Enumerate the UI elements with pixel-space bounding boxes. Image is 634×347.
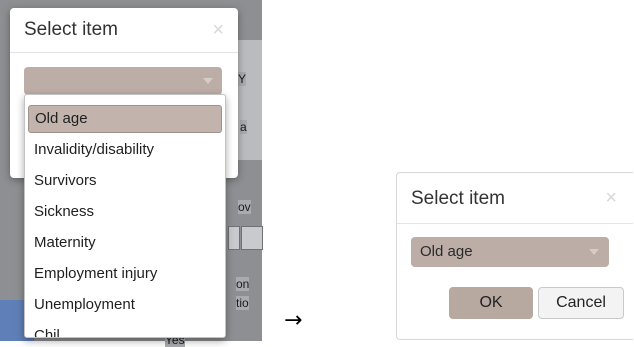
selected-value: Old age	[420, 243, 473, 260]
chevron-down-icon	[203, 78, 213, 84]
dropdown-option[interactable]: Sickness	[28, 198, 222, 226]
ok-button[interactable]: OK	[449, 287, 533, 319]
dropdown-option[interactable]: Survivors	[28, 167, 222, 195]
chevron-down-icon	[589, 249, 599, 255]
dialog-header: Select item ×	[397, 173, 633, 224]
transition-arrow: →	[284, 308, 303, 333]
dropdown-option[interactable]: Employment injury	[28, 260, 222, 288]
cancel-button[interactable]: Cancel	[538, 287, 624, 319]
dialog-title: Select item	[411, 188, 505, 209]
background-text-fragment: tio	[236, 296, 249, 310]
dropdown-option-old-age[interactable]: Old age	[28, 105, 222, 133]
dialog-title: Select item	[24, 19, 118, 40]
dropdown-option-partial[interactable]: Chil	[28, 322, 222, 337]
dropdown-option[interactable]: Unemployment	[28, 291, 222, 319]
dialog-header: Select item ×	[10, 8, 238, 53]
background-text-fragment: a	[240, 120, 247, 134]
background-text-fragment: ov	[238, 200, 251, 214]
dropdown-list[interactable]: Old age Invalidity/disability Survivors …	[24, 94, 226, 338]
item-select[interactable]	[24, 67, 222, 95]
background-input	[241, 226, 263, 250]
dropdown-option[interactable]: Invalidity/disability	[28, 136, 222, 164]
select-item-dialog-after: Select item × Old age OK Cancel	[396, 172, 633, 340]
close-icon[interactable]: ×	[212, 19, 224, 42]
background-input	[228, 226, 240, 250]
dropdown-option[interactable]: Maternity	[28, 229, 222, 257]
close-icon[interactable]: ×	[605, 187, 617, 210]
background-panel	[238, 40, 262, 160]
background-text-fragment: on	[236, 277, 250, 291]
background-text-fragment: Y	[238, 72, 247, 86]
item-select[interactable]: Old age	[411, 237, 609, 267]
